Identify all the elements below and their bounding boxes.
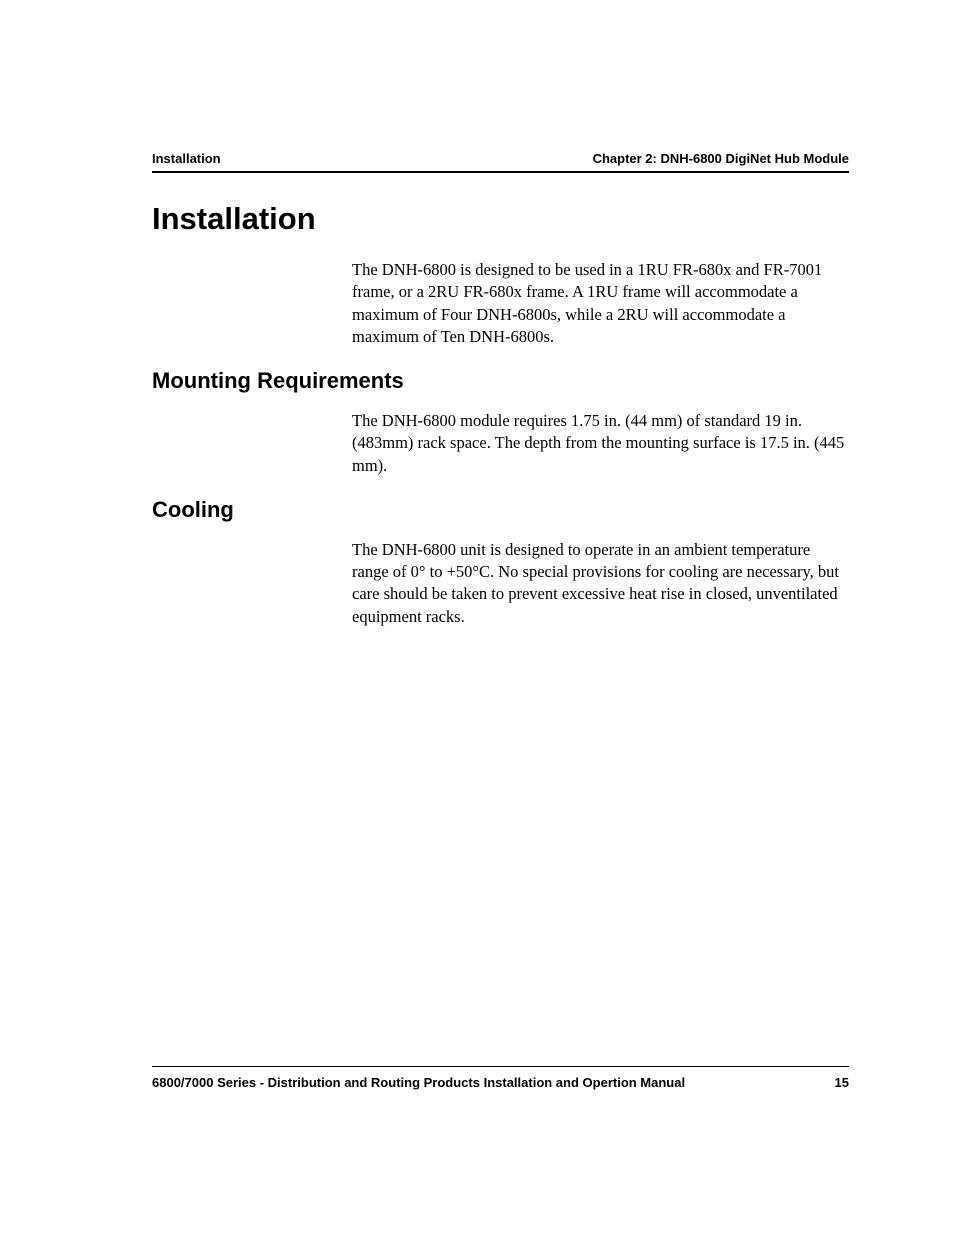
header-chapter-title: Chapter 2: DNH-6800 DigiNet Hub Module bbox=[593, 151, 849, 166]
page-footer: 6800/7000 Series - Distribution and Rout… bbox=[152, 1066, 849, 1090]
cooling-paragraph: The DNH-6800 unit is designed to operate… bbox=[352, 539, 849, 628]
footer-manual-title: 6800/7000 Series - Distribution and Rout… bbox=[152, 1075, 685, 1090]
footer-page-number: 15 bbox=[835, 1075, 849, 1090]
cooling-heading: Cooling bbox=[152, 497, 849, 523]
main-heading: Installation bbox=[152, 201, 849, 237]
page-container: Installation Chapter 2: DNH-6800 DigiNet… bbox=[0, 0, 954, 628]
header-section-title: Installation bbox=[152, 151, 221, 166]
page-header: Installation Chapter 2: DNH-6800 DigiNet… bbox=[152, 151, 849, 173]
intro-paragraph: The DNH-6800 is designed to be used in a… bbox=[352, 259, 849, 348]
mounting-paragraph: The DNH-6800 module requires 1.75 in. (4… bbox=[352, 410, 849, 477]
mounting-heading: Mounting Requirements bbox=[152, 368, 849, 394]
